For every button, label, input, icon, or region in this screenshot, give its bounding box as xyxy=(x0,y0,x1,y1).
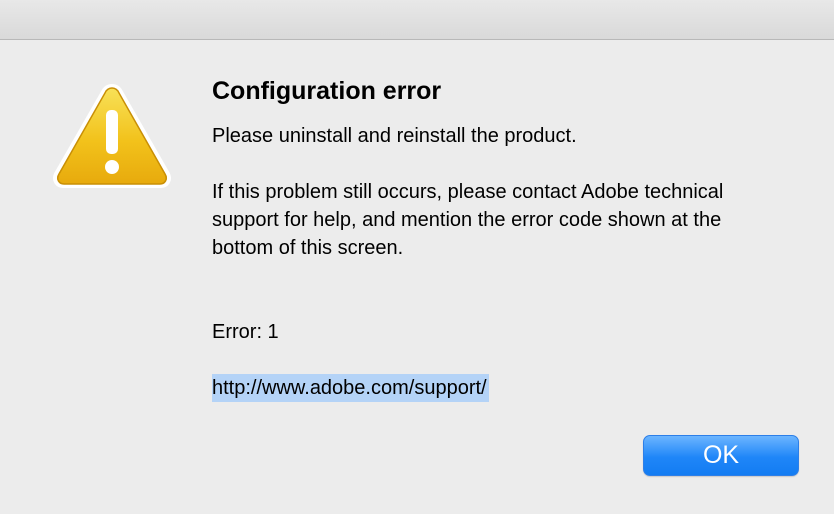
error-code: Error: 1 xyxy=(212,321,279,343)
instruction-text: Please uninstall and reinstall the produ… xyxy=(212,125,577,147)
support-link[interactable]: http://www.adobe.com/support/ xyxy=(212,374,489,402)
error-title: Configuration error xyxy=(212,77,442,105)
warning-icon xyxy=(52,83,172,188)
window-titlebar xyxy=(0,0,834,40)
details-text: If this problem still occurs, please con… xyxy=(212,181,724,259)
ok-button[interactable]: OK xyxy=(643,435,799,476)
dialog-title: Configuration error xyxy=(212,76,772,106)
